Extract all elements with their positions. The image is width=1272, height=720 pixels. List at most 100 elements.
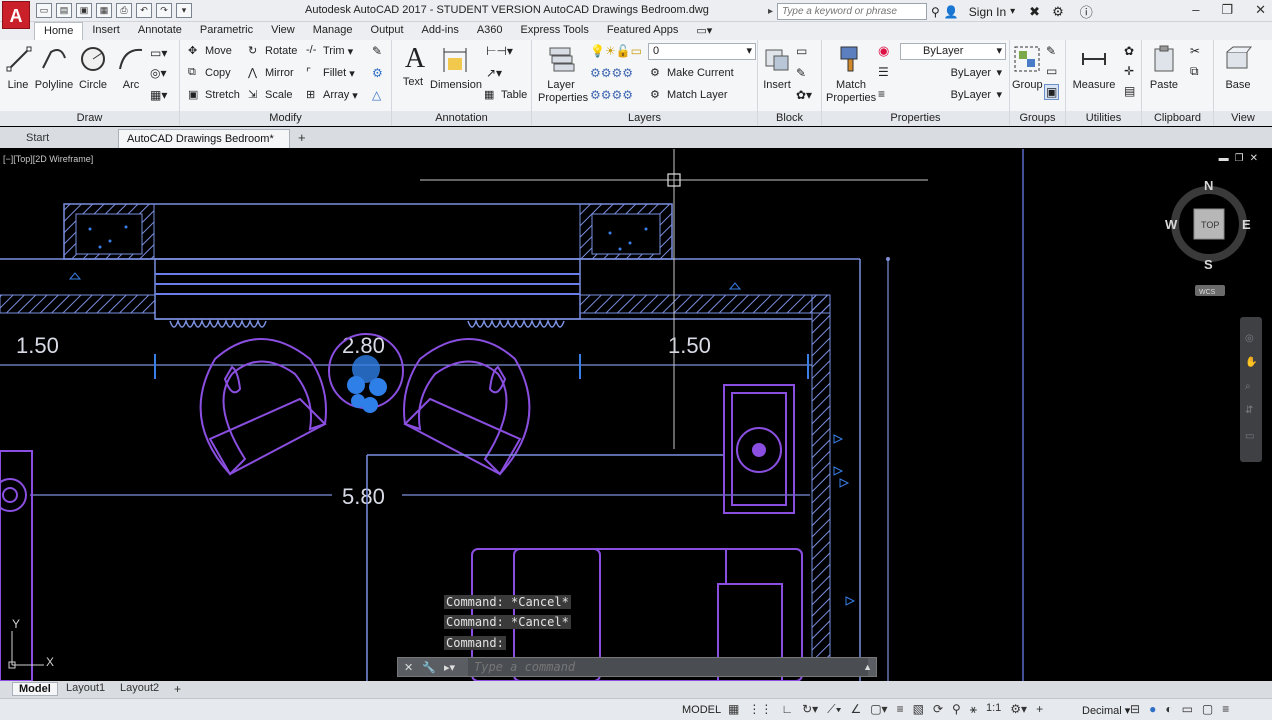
viewcube-north[interactable]: N [1204, 178, 1213, 193]
view-panel-label[interactable]: View [1214, 111, 1272, 126]
layer-tools-row1-icons[interactable]: ⚙⚙⚙⚙ [590, 66, 633, 80]
layer-properties-tool[interactable]: Layer Properties [538, 44, 588, 105]
hatch-icon[interactable]: ◎▾ [150, 66, 167, 80]
draw-panel-label[interactable]: Draw [0, 111, 179, 126]
arc-tool[interactable]: Arc [116, 44, 146, 91]
group-edit-icon[interactable]: ▭ [1046, 64, 1057, 78]
tab-manage[interactable]: Manage [304, 22, 362, 40]
open-file-icon[interactable]: ▤ [56, 3, 72, 18]
tab-add-ins[interactable]: Add-ins [413, 22, 468, 40]
object-snap-icon[interactable]: ▢▾ [870, 702, 887, 717]
save-icon[interactable]: ▣ [76, 3, 92, 18]
dimension-tool[interactable]: Dimension [430, 44, 482, 91]
cut-icon[interactable]: ✂ [1190, 44, 1200, 58]
line-tool[interactable]: Line [4, 44, 32, 91]
viewport-minimize-icon[interactable]: ▬ [1219, 153, 1229, 164]
quick-properties-icon[interactable]: ⊟ [1130, 702, 1140, 716]
undo-icon[interactable]: ↶ [136, 3, 152, 18]
annotation-monitor-icon[interactable]: + [1036, 702, 1043, 717]
transparency-icon[interactable]: ▧ [913, 702, 924, 717]
annotation-scale-value[interactable]: 1:1 [986, 702, 1001, 717]
command-recent-icon[interactable]: ▸▾ [444, 661, 455, 674]
array-tool[interactable]: ⊞ Array ▾ [306, 88, 358, 102]
object-snap-tracking-icon[interactable]: ∠ [850, 702, 861, 717]
annotation-visibility-icon[interactable]: ⚲ [952, 702, 961, 717]
selection-cycling-icon[interactable]: ⟳ [933, 702, 943, 717]
copy-clip-icon[interactable]: ⧉ [1190, 64, 1199, 79]
group-selection-icon[interactable]: ▣ [1044, 84, 1060, 100]
annotation-scale-icon[interactable]: ⚹ [970, 702, 977, 717]
ungroup-icon[interactable]: ✎ [1046, 44, 1056, 58]
tab-output[interactable]: Output [362, 22, 413, 40]
isolate-objects-icon[interactable]: ◐ [1165, 702, 1172, 716]
layout-tab-model[interactable]: Model [12, 682, 58, 696]
add-layout-icon[interactable]: + [168, 682, 187, 696]
polar-tracking-icon[interactable]: ↻▾ [802, 702, 818, 717]
file-tab-drawing[interactable]: AutoCAD Drawings Bedroom* ✕ [118, 129, 290, 163]
base-tool[interactable]: Base [1222, 44, 1254, 91]
trim-tool[interactable]: -/- Trim ▾ [306, 44, 353, 58]
tab-express-tools[interactable]: Express Tools [512, 22, 598, 40]
quick-select-icon[interactable]: ✿ [1124, 44, 1134, 58]
annotation-panel-label[interactable]: Annotation [392, 111, 531, 126]
layer-dropdown[interactable]: 0 ▾ [648, 43, 756, 60]
tab-view[interactable]: View [262, 22, 304, 40]
save-as-icon[interactable]: ▦ [96, 3, 112, 18]
command-history-toggle-icon[interactable]: ▲ [863, 662, 872, 672]
command-close-icon[interactable]: ✕ [404, 661, 413, 674]
color-dropdown[interactable]: ByLayer ▾ [900, 43, 1006, 60]
grid-icon[interactable]: ▦ [728, 702, 739, 717]
create-block-icon[interactable]: ▭ [796, 44, 807, 58]
search-arrow-icon[interactable]: ▸ [768, 6, 773, 17]
tab-insert[interactable]: Insert [83, 22, 129, 40]
calculator-icon[interactable]: ▤ [1124, 84, 1135, 98]
binoculars-icon[interactable]: ⚲ [931, 5, 940, 19]
application-menu-button[interactable]: A [2, 1, 30, 29]
layer-state-icons[interactable]: 💡☀🔓▭ [590, 44, 642, 58]
text-tool[interactable]: A Text [400, 44, 426, 89]
units-dropdown[interactable]: Decimal ▾ [1082, 704, 1130, 717]
match-layer-tool[interactable]: ⚙ Match Layer [650, 88, 728, 102]
close-window-icon[interactable]: ✕ [1255, 2, 1266, 18]
edit-block-icon[interactable]: ✎ [796, 66, 806, 80]
viewport-label[interactable]: [−][Top][2D Wireframe] [3, 154, 93, 164]
layout-tab-layout1[interactable]: Layout1 [60, 682, 111, 694]
minimize-icon[interactable]: – [1192, 2, 1199, 18]
sign-in-dropdown-icon[interactable]: ▾ [1010, 6, 1015, 17]
customization-icon[interactable]: ≡ [1222, 702, 1229, 716]
autodesk-a360-icon[interactable]: ⚙ [1052, 4, 1064, 20]
measure-tool[interactable]: Measure [1072, 44, 1116, 91]
polyline-tool[interactable]: Polyline [34, 44, 74, 91]
clean-screen-icon[interactable]: ▢ [1202, 702, 1213, 716]
tab-parametric[interactable]: Parametric [191, 22, 262, 40]
print-icon[interactable]: ⎙ [116, 3, 132, 18]
isometric-drafting-icon[interactable]: ⟋▾ [827, 702, 841, 717]
drawing-viewport[interactable]: 1.50 2.80 1.50 5.80 Y X TOP N S E W WCS … [0, 149, 1272, 681]
move-tool[interactable]: ✥ Move [188, 44, 232, 58]
color-wheel-icon[interactable]: ◉ [878, 43, 889, 59]
new-file-icon[interactable]: ▭ [36, 3, 52, 18]
viewport-close-icon[interactable]: ✕ [1250, 153, 1258, 164]
help-icon[interactable]: ⓘ [1080, 2, 1093, 21]
circle-tool[interactable]: Circle [78, 44, 108, 91]
id-point-icon[interactable]: ✛ [1124, 64, 1134, 78]
linetype-icon[interactable]: ☰ [878, 65, 889, 79]
redo-icon[interactable]: ↷ [156, 3, 172, 18]
block-panel-label[interactable]: Block [758, 111, 821, 126]
layers-panel-label[interactable]: Layers [532, 111, 757, 126]
ribbon-options-icon[interactable]: ▭▾ [687, 22, 721, 40]
hardware-acceleration-icon[interactable]: ▭ [1182, 702, 1193, 716]
erase-icon[interactable]: ✎ [372, 44, 382, 58]
make-current-tool[interactable]: ⚙ Make Current [650, 66, 734, 80]
edit-attributes-icon[interactable]: ✿▾ [796, 88, 812, 102]
explode-icon[interactable]: ⚙ [372, 66, 383, 80]
layer-tools-row2-icons[interactable]: ⚙⚙⚙⚙ [590, 88, 633, 102]
properties-panel-label[interactable]: Properties [822, 111, 1009, 126]
rectangle-icon[interactable]: ▭▾ [150, 46, 167, 60]
groups-panel-label[interactable]: Groups [1010, 111, 1065, 126]
copy-tool[interactable]: ⧉ Copy [188, 66, 231, 80]
lineweight-icon[interactable]: ≡ [878, 87, 885, 101]
offset-icon[interactable]: △ [372, 88, 381, 102]
restore-icon[interactable]: ❐ [1221, 2, 1233, 18]
command-customize-icon[interactable]: 🔧 [422, 661, 436, 674]
